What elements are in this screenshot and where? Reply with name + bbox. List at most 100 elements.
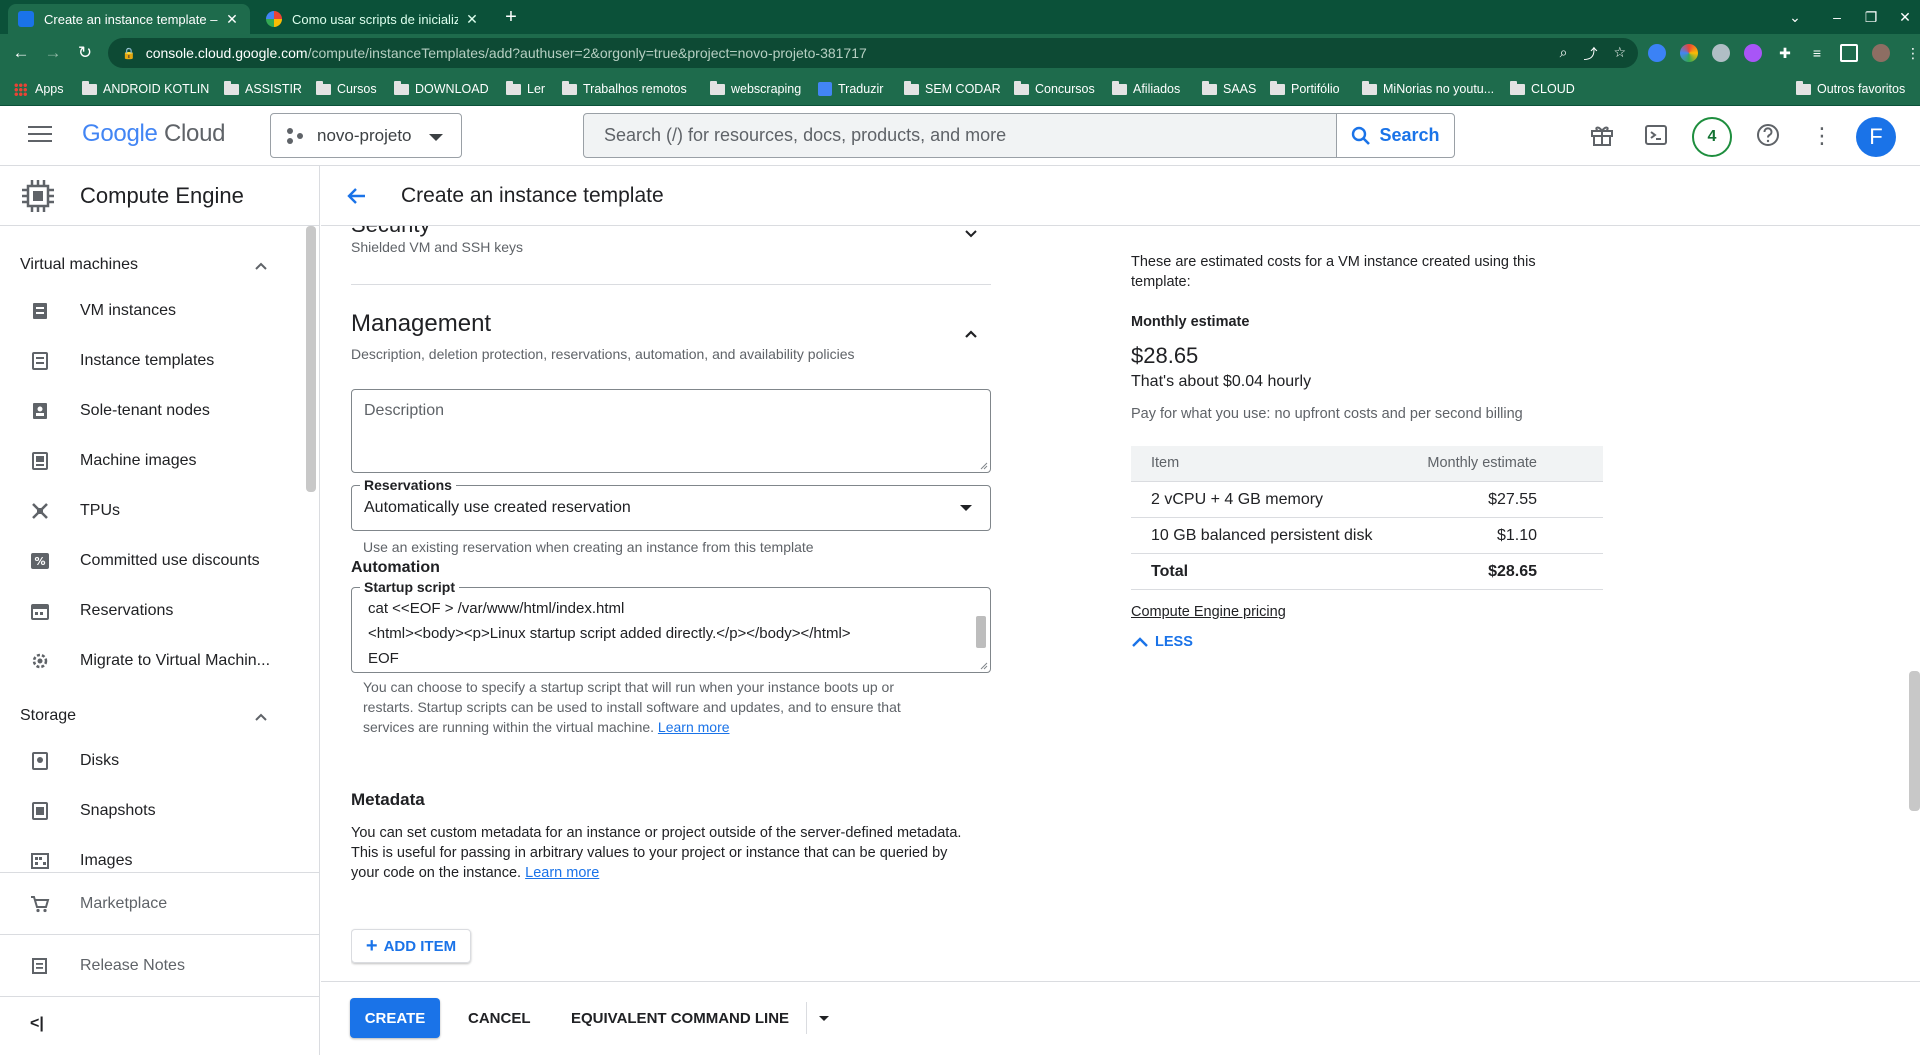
- forward-arrow-icon[interactable]: →: [42, 42, 64, 64]
- equivalent-command-line-button[interactable]: EQUIVALENT COMMAND LINE: [571, 998, 789, 1038]
- startup-script-textarea[interactable]: Startup script cat <<EOF > /var/www/html…: [351, 579, 991, 673]
- bookmark-other-folder[interactable]: Outros favoritos: [1796, 80, 1905, 98]
- bookmark-folder[interactable]: SAAS: [1202, 80, 1256, 98]
- zoom-icon[interactable]: ⌕: [1560, 44, 1568, 64]
- sidebar-section-virtual-machines[interactable]: Virtual machines: [20, 256, 138, 274]
- learn-more-link[interactable]: Learn more: [658, 719, 730, 735]
- gift-icon[interactable]: [1588, 122, 1616, 150]
- bookmark-folder[interactable]: Concursos: [1014, 80, 1095, 98]
- sidebar-item-snapshots[interactable]: Snapshots: [0, 791, 300, 831]
- sidebar-item-vm-instances[interactable]: VM instances: [0, 291, 300, 331]
- bookmark-apps[interactable]: Apps: [14, 80, 64, 98]
- puzzle-extensions-icon[interactable]: ✚: [1776, 44, 1794, 62]
- startup-script-line: EOF: [368, 650, 399, 667]
- description-textarea[interactable]: Description: [351, 389, 991, 473]
- minimize-icon[interactable]: –: [1822, 6, 1852, 28]
- reading-list-icon[interactable]: ≡: [1808, 44, 1826, 62]
- learn-more-link[interactable]: Learn more: [525, 865, 599, 881]
- reload-icon[interactable]: ↻: [74, 42, 96, 64]
- bookmark-folder[interactable]: Trabalhos remotos: [562, 80, 687, 98]
- resize-handle-icon[interactable]: [979, 661, 988, 670]
- create-button[interactable]: CREATE: [350, 998, 440, 1038]
- extension-icon[interactable]: [1648, 44, 1666, 62]
- bookmark-folder[interactable]: ASSISTIR: [224, 80, 302, 98]
- project-picker[interactable]: novo-projeto: [270, 113, 462, 158]
- add-item-button[interactable]: + ADD ITEM: [351, 929, 471, 963]
- more-vert-icon[interactable]: ⋮: [1808, 122, 1836, 150]
- bookmark-folder[interactable]: SEM CODAR: [904, 80, 1001, 98]
- chevron-up-icon: [1132, 637, 1148, 647]
- textarea-scrollbar[interactable]: [976, 616, 986, 648]
- extension-icon[interactable]: [1712, 44, 1730, 62]
- sidebar-item-committed-use-discounts[interactable]: % Committed use discounts: [0, 541, 300, 581]
- chevron-up-icon[interactable]: [254, 259, 268, 273]
- sidebar-scrollbar[interactable]: [306, 226, 316, 492]
- sidebar-item-tpus[interactable]: TPUs: [0, 491, 300, 531]
- browser-tab-active[interactable]: Create an instance template – ( ✕: [8, 4, 250, 34]
- sidebar-item-disks[interactable]: Disks: [0, 741, 300, 781]
- maximize-icon[interactable]: ❐: [1856, 6, 1886, 28]
- extension-icon[interactable]: [1680, 44, 1698, 62]
- cloud-shell-terminal-icon[interactable]: [1642, 122, 1670, 150]
- side-panel-icon[interactable]: [1840, 44, 1858, 62]
- share-icon[interactable]: ⤴: [1583, 44, 1597, 64]
- back-arrow-icon[interactable]: ←: [10, 42, 32, 64]
- lock-icon: 🔒: [122, 47, 136, 60]
- bookmark-folder[interactable]: CLOUD: [1510, 80, 1575, 98]
- chevron-down-icon[interactable]: [963, 226, 979, 242]
- less-toggle-button[interactable]: LESS: [1131, 632, 1193, 652]
- chevron-up-icon[interactable]: [254, 710, 268, 724]
- bookmark-folder[interactable]: Afiliados: [1112, 80, 1180, 98]
- pricing-table-row: 2 vCPU + 4 GB memory $27.55: [1131, 482, 1603, 518]
- address-bar[interactable]: 🔒 console.cloud.google.com/compute/insta…: [108, 38, 1638, 68]
- compute-engine-pricing-link[interactable]: Compute Engine pricing: [1131, 602, 1286, 622]
- tab-title: Como usar scripts de inicializaç: [292, 11, 458, 27]
- dropdown-caret-icon[interactable]: [819, 1016, 829, 1021]
- collapse-sidebar-icon[interactable]: <|: [30, 1015, 44, 1033]
- bookmark-star-icon[interactable]: ☆: [1613, 44, 1626, 64]
- tab-search-chevron-icon[interactable]: ⌄: [1780, 6, 1810, 28]
- search-button[interactable]: Search: [1336, 114, 1454, 157]
- new-tab-plus-icon[interactable]: +: [498, 4, 524, 30]
- bookmark-folder[interactable]: webscraping: [710, 80, 801, 98]
- pricing-table-total: Total $28.65: [1131, 554, 1603, 590]
- sidebar-item-instance-templates[interactable]: Instance templates: [0, 341, 300, 381]
- sidebar-item-release-notes[interactable]: Release Notes: [0, 946, 300, 986]
- sole-tenant-nodes-icon: [30, 401, 50, 421]
- bookmark-folder[interactable]: MiNorias no youtu...: [1362, 80, 1494, 98]
- sidebar-item-marketplace[interactable]: Marketplace: [0, 884, 300, 924]
- bookmark-folder[interactable]: ANDROID KOTLIN: [82, 80, 209, 98]
- bookmark-folder[interactable]: DOWNLOAD: [394, 80, 489, 98]
- extension-icon[interactable]: [1744, 44, 1762, 62]
- notifications-badge[interactable]: 4: [1692, 117, 1732, 157]
- calendar-icon: [30, 601, 50, 621]
- page-scrollbar[interactable]: [1909, 671, 1920, 811]
- search-input[interactable]: [584, 114, 1336, 157]
- bookmark-folder[interactable]: Ler: [506, 80, 545, 98]
- sidebar-item-sole-tenant-nodes[interactable]: Sole-tenant nodes: [0, 391, 300, 431]
- description-placeholder: Description: [364, 402, 445, 419]
- reservations-select[interactable]: Reservations Automatically use created r…: [351, 477, 991, 531]
- sidebar-item-migrate-to-virtual-machines[interactable]: Migrate to Virtual Machin...: [0, 641, 300, 681]
- chevron-up-icon[interactable]: [963, 326, 979, 342]
- hamburger-menu-icon[interactable]: [28, 126, 52, 146]
- back-arrow-icon[interactable]: [345, 184, 369, 208]
- close-tab-icon[interactable]: ✕: [224, 11, 240, 28]
- help-icon[interactable]: [1754, 122, 1782, 150]
- sidebar-item-reservations[interactable]: Reservations: [0, 591, 300, 631]
- account-avatar[interactable]: F: [1856, 117, 1896, 157]
- close-window-icon[interactable]: ✕: [1890, 6, 1920, 28]
- bookmark-folder[interactable]: Cursos: [316, 80, 377, 98]
- resize-handle-icon[interactable]: [979, 461, 988, 470]
- menu-kebab-icon[interactable]: ⋮: [1904, 44, 1920, 62]
- bookmark-folder[interactable]: Portifólio: [1270, 80, 1340, 98]
- sidebar-section-storage[interactable]: Storage: [20, 707, 76, 725]
- google-cloud-logo[interactable]: Google Cloud: [82, 120, 225, 148]
- metadata-title: Metadata: [351, 790, 425, 809]
- close-tab-icon[interactable]: ✕: [464, 11, 480, 28]
- profile-icon[interactable]: [1872, 44, 1890, 62]
- sidebar-item-machine-images[interactable]: Machine images: [0, 441, 300, 481]
- browser-tab[interactable]: Como usar scripts de inicializaç ✕: [256, 4, 490, 34]
- cancel-button[interactable]: CANCEL: [468, 998, 531, 1038]
- bookmark-translate[interactable]: Traduzir: [818, 80, 883, 98]
